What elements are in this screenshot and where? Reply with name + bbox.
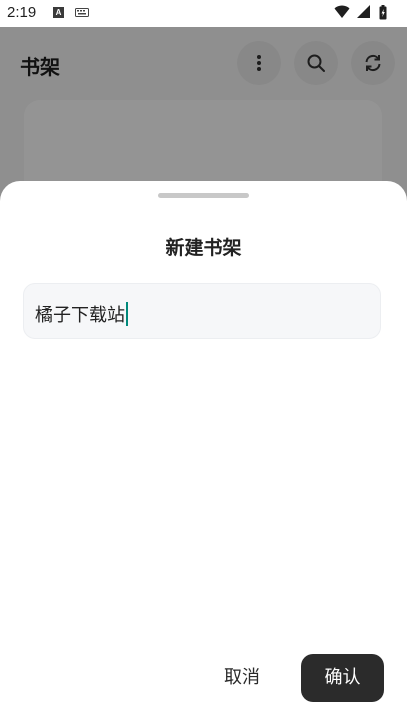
signal-icon: [356, 5, 370, 18]
input-value: 橘子下载站: [35, 305, 125, 326]
status-bar: 2:19 A: [0, 0, 407, 27]
status-right-icons: [334, 5, 387, 24]
cancel-button[interactable]: 取消: [205, 654, 279, 702]
status-time: 2:19: [7, 4, 37, 21]
bookshelf-name-input[interactable]: 橘子下载站: [23, 283, 381, 339]
a-notification-icon: A: [53, 7, 64, 18]
battery-icon: [379, 5, 387, 20]
confirm-button[interactable]: 确认: [301, 654, 384, 702]
dialog-title: 新建书架: [165, 237, 242, 259]
input-value-wrap: 橘子下载站: [35, 301, 128, 327]
text-caret: [126, 302, 128, 326]
wifi-icon: [334, 5, 350, 18]
keyboard-icon: [75, 8, 89, 17]
drag-handle[interactable]: [158, 193, 249, 198]
new-bookshelf-sheet: 新建书架 橘子下载站 取消 确认: [0, 181, 407, 725]
